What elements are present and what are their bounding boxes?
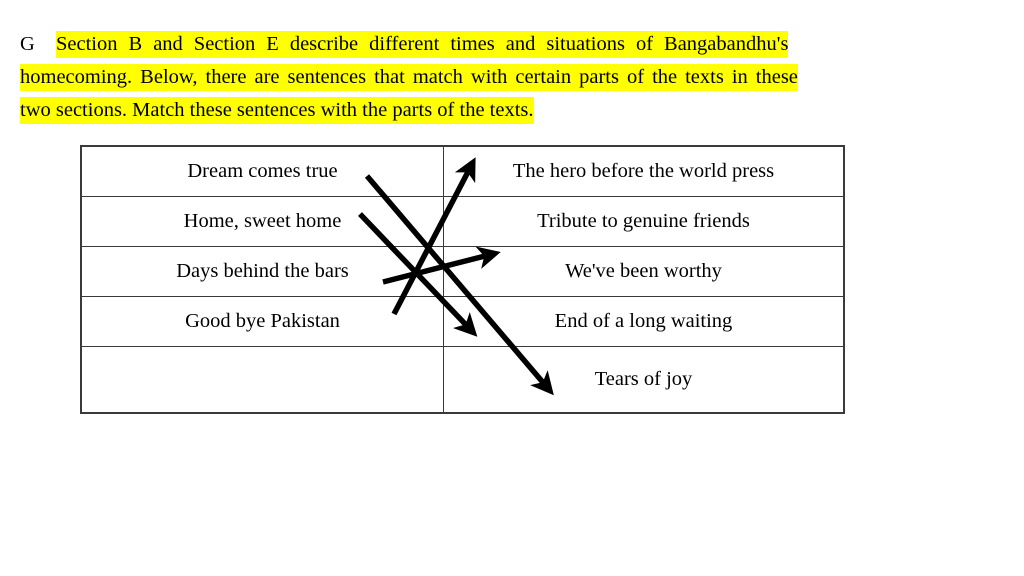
instruction-line-3-text: two sections. Match these sentences with… <box>20 97 534 124</box>
table-cell-right[interactable]: We've been worthy <box>443 246 845 297</box>
table-row: Home, sweet home Tribute to genuine frie… <box>80 196 845 247</box>
table-cell-right[interactable]: End of a long waiting <box>443 296 845 347</box>
matching-table-body: Dream comes true The hero before the wor… <box>80 145 845 414</box>
question-marker: G <box>20 33 35 55</box>
matching-table: Dream comes true The hero before the wor… <box>80 145 845 414</box>
table-cell-left[interactable]: Good bye Pakistan <box>80 296 444 347</box>
table-cell-left-empty[interactable] <box>80 346 444 414</box>
instruction-line-1: G Section Band Section Edescribe different tim… <box>20 28 992 61</box>
table-cell-right[interactable]: The hero before the world press <box>443 145 845 197</box>
table-cell-right[interactable]: Tribute to genuine friends <box>443 196 845 247</box>
instruction-line-3: two sections. Match these sentences with… <box>20 94 992 127</box>
table-row: Tears of joy <box>80 346 845 414</box>
table-row: Dream comes true The hero before the wor… <box>80 145 845 197</box>
instruction-line-2-text: homecoming. Below, there are sentences that ma… <box>20 64 798 91</box>
table-cell-right[interactable]: Tears of joy <box>443 346 845 414</box>
table-cell-left[interactable]: Home, sweet home <box>80 196 444 247</box>
table-cell-left[interactable]: Dream comes true <box>80 145 444 197</box>
table-cell-left[interactable]: Days behind the bars <box>80 246 444 297</box>
instruction-line-2: homecoming. Below, there are sentences that ma… <box>20 61 992 94</box>
instruction-paragraph: G Section Band Section Edescribe different tim… <box>20 28 992 127</box>
table-row: Good bye Pakistan End of a long waiting <box>80 296 845 347</box>
instruction-line-1-text: Section Band Section Edescribe different time… <box>56 31 789 58</box>
table-row: Days behind the bars We've been worthy <box>80 246 845 297</box>
